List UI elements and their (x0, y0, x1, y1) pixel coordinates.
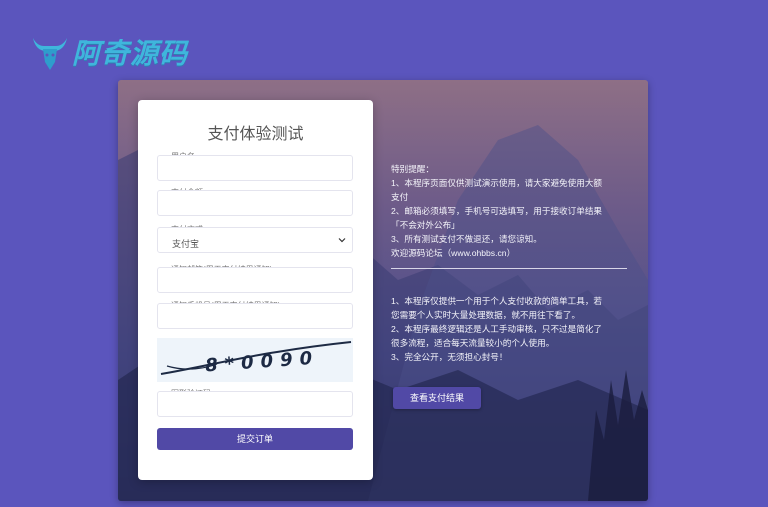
captcha-image[interactable]: 8*0090 (157, 338, 353, 382)
captcha-code-input[interactable] (157, 391, 353, 417)
notice-line: 您需要个人实时大量处理数据，就不用往下看了。 (391, 310, 581, 320)
chevron-down-icon (338, 238, 346, 243)
amount-input[interactable] (157, 190, 353, 216)
email-field[interactable] (157, 267, 353, 293)
divider (391, 268, 627, 269)
bull-head-icon (33, 38, 67, 70)
notice-bottom: 1、本程序仅提供一个用于个人支付收款的简单工具，若 您需要个人实时大量处理数据，… (391, 294, 631, 364)
notice-line: 「不会对外公布」 (391, 220, 460, 230)
notice-line: 1、本程序页面仅供测试演示使用，请大家避免使用大额 (391, 178, 603, 188)
payment-method-select[interactable]: 支付宝 (157, 227, 353, 253)
username-input[interactable] (157, 155, 353, 181)
site-logo[interactable]: 阿奇源码 (30, 30, 188, 74)
phone-field[interactable] (157, 303, 353, 329)
notice-line: 3、完全公开，无须担心封号！ (391, 352, 508, 362)
check-payment-result-button[interactable]: 查看支付结果 (393, 387, 481, 409)
notice-top: 1、本程序页面仅供测试演示使用，请大家避免使用大额 支付 2、邮箱必须填写，手机… (391, 176, 631, 260)
form-title: 支付体验测试 (207, 126, 304, 143)
notice-line: 2、本程序最终逻辑还是人工手动审核，只不过是简化了 (391, 324, 603, 334)
captcha-text: 8*0090 (205, 348, 320, 377)
notice-line: 3、所有测试支付不做退还，请您谅知。 (391, 234, 542, 244)
notice-line: 2、邮箱必须填写，手机号可选填写，用于接收订单结果 (391, 206, 603, 216)
submit-order-button[interactable]: 提交订单 (157, 428, 353, 450)
payment-method-value: 支付宝 (172, 239, 200, 249)
notice-line: 1、本程序仅提供一个用于个人支付收款的简单工具，若 (391, 296, 603, 306)
notice-heading: 特别提醒： (391, 164, 434, 174)
notice-line: 很多流程，适合每天流量较小的个人使用。 (391, 338, 555, 348)
notice-line: 欢迎源码论坛（www.ohbbs.cn） (391, 248, 516, 258)
logo-text: 阿奇源码 (72, 37, 189, 70)
notice-line: 支付 (391, 192, 409, 202)
